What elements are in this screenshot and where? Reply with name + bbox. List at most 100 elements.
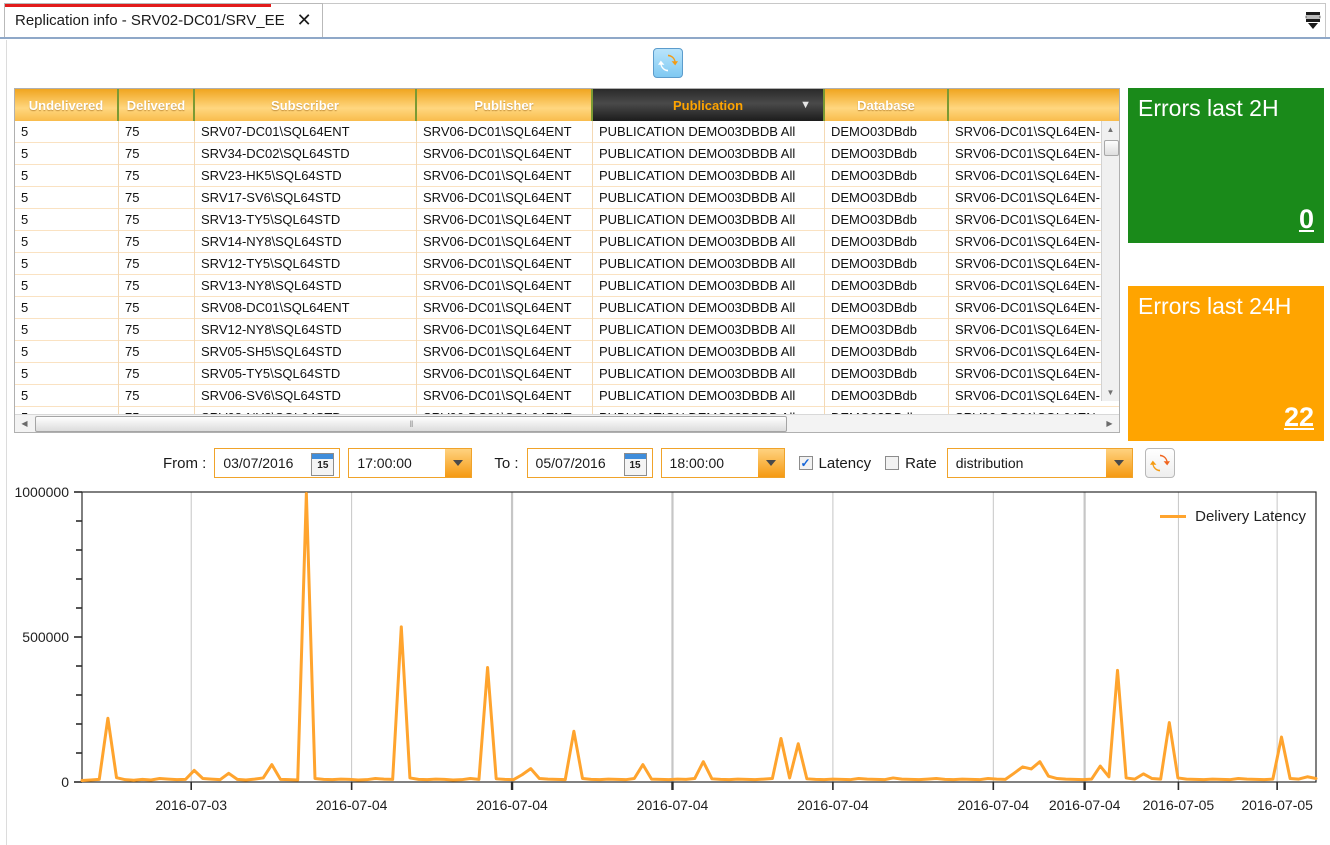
latency-checkbox[interactable]: ✓ Latency bbox=[798, 455, 871, 472]
scroll-down-icon[interactable]: ▼ bbox=[1102, 384, 1119, 401]
rate-checkbox[interactable]: Rate bbox=[885, 455, 937, 472]
replication-info-window: Replication info - SRV02-DC01/SRV_EE ✕ U… bbox=[0, 0, 1330, 845]
checkbox-box[interactable]: ✓ bbox=[798, 456, 813, 470]
table-row[interactable]: 5 75 SRV12-NY8\SQL64STD SRV06-DC01\SQL64ENT… bbox=[15, 319, 1119, 341]
table-cell-publisher: SRV06-DC01\SQL64ENT bbox=[417, 209, 593, 231]
vertical-scroll-thumb[interactable] bbox=[1104, 140, 1119, 156]
table-cell-subscriber: SRV06-SV6\SQL64STD bbox=[195, 385, 417, 407]
table-cell-publication: PUBLICATION DEMO03DBDB All bbox=[593, 231, 825, 253]
mode-combobox[interactable]: distribution bbox=[946, 448, 1133, 478]
column-header-undelivered[interactable]: Undelivered bbox=[15, 89, 119, 121]
tile-title: Errors last 24H bbox=[1138, 293, 1292, 319]
scroll-left-icon[interactable]: ◀ bbox=[16, 415, 33, 432]
table-row[interactable]: 5 75 SRV23-HK5\SQL64STD SRV06-DC01\SQL64ENT… bbox=[15, 165, 1119, 187]
column-header-publication[interactable]: Publication ▼ bbox=[593, 89, 825, 121]
table-row[interactable]: 5 75 SRV13-TY5\SQL64STD SRV06-DC01\SQL64ENT… bbox=[15, 209, 1119, 231]
table-row[interactable]: 5 75 SRV12-TY5\SQL64STD SRV06-DC01\SQL64ENT… bbox=[15, 253, 1119, 275]
table-cell-delivered: 75 bbox=[119, 165, 195, 187]
table-cell-publication: PUBLICATION DEMO03DBDB All bbox=[593, 143, 825, 165]
table-cell-database: DEMO03DBdb bbox=[825, 165, 949, 187]
table-cell-publisher: SRV06-DC01\SQL64ENT bbox=[417, 165, 593, 187]
column-header-label: Undelivered bbox=[28, 97, 104, 113]
table-cell-publication: PUBLICATION DEMO03DBDB All bbox=[593, 121, 825, 143]
x-axis-tick-label: 2016-07-04 bbox=[797, 797, 869, 813]
from-time-combobox[interactable]: 17:00:00 bbox=[348, 448, 473, 478]
chevron-down-icon[interactable] bbox=[757, 449, 784, 477]
table-cell-database: DEMO03DBdb bbox=[825, 275, 949, 297]
table-row[interactable]: 5 75 SRV14-NY8\SQL64STD SRV06-DC01\SQL64ENT… bbox=[15, 231, 1119, 253]
column-header-publisher[interactable]: Publisher bbox=[417, 89, 593, 121]
table-cell-agent: SRV06-DC01\SQL64EN- bbox=[955, 344, 1100, 359]
table-cell-database: DEMO03DBdb bbox=[825, 297, 949, 319]
grid-header-row: Undelivered Delivered Subscriber Publish… bbox=[15, 89, 1119, 121]
grid-body: 5 75 SRV07-DC01\SQL64ENT SRV06-DC01\SQL64EN… bbox=[15, 121, 1119, 418]
window-left-edge bbox=[0, 40, 7, 845]
refresh-icon[interactable] bbox=[653, 48, 683, 78]
errors-last-2h-tile[interactable]: Errors last 2H 0 bbox=[1128, 88, 1324, 243]
x-axis-tick-label: 2016-07-04 bbox=[476, 797, 548, 813]
scroll-thumb-grip: ‖ bbox=[409, 419, 414, 429]
table-cell-delivered: 75 bbox=[119, 253, 195, 275]
sort-descending-icon[interactable]: ▼ bbox=[800, 99, 811, 111]
table-cell-undelivered: 5 bbox=[15, 121, 119, 143]
table-cell-agent: SRV06-DC01\SQL64EN- bbox=[955, 278, 1100, 293]
tab-label: Replication info - SRV02-DC01/SRV_EE bbox=[15, 11, 285, 29]
grid-vertical-scrollbar[interactable]: ▲ ▼ bbox=[1101, 121, 1119, 401]
table-cell-subscriber: SRV34-DC02\SQL64STD bbox=[195, 143, 417, 165]
column-header-database[interactable]: Database bbox=[825, 89, 949, 121]
column-header-delivered[interactable]: Delivered bbox=[119, 89, 195, 121]
table-row[interactable]: 5 75 SRV13-NY8\SQL64STD SRV06-DC01\SQL64ENT… bbox=[15, 275, 1119, 297]
column-header-agent[interactable] bbox=[949, 89, 1119, 121]
tab-list-icon[interactable] bbox=[1302, 10, 1324, 30]
scroll-up-icon[interactable]: ▲ bbox=[1102, 121, 1119, 138]
tab-replication-info[interactable]: Replication info - SRV02-DC01/SRV_EE ✕ bbox=[4, 3, 323, 37]
table-cell-subscriber: SRV13-NY8\SQL64STD bbox=[195, 275, 417, 297]
calendar-icon[interactable]: 15 bbox=[311, 453, 335, 476]
x-axis-tick-label: 2016-07-03 bbox=[155, 797, 227, 813]
table-row[interactable]: 5 75 SRV07-DC01\SQL64ENT SRV06-DC01\SQL64EN… bbox=[15, 121, 1119, 143]
chevron-down-icon[interactable] bbox=[1105, 449, 1132, 477]
grid-horizontal-scrollbar[interactable]: ◀ ‖ ▶ bbox=[15, 414, 1119, 432]
to-date-value: 05/07/2016 bbox=[535, 455, 606, 471]
column-header-subscriber[interactable]: Subscriber bbox=[195, 89, 417, 121]
horizontal-scroll-thumb[interactable]: ‖ bbox=[35, 416, 787, 432]
table-cell-undelivered: 5 bbox=[15, 143, 119, 165]
to-time-combobox[interactable]: 18:00:00 bbox=[660, 448, 785, 478]
calendar-icon-day: 15 bbox=[629, 460, 641, 471]
checkbox-box[interactable] bbox=[885, 456, 900, 470]
table-cell-publisher: SRV06-DC01\SQL64ENT bbox=[417, 363, 593, 385]
x-axis-tick-label: 2016-07-04 bbox=[316, 797, 388, 813]
chevron-down-icon[interactable] bbox=[445, 449, 472, 477]
table-cell-delivered: 75 bbox=[119, 341, 195, 363]
errors-last-24h-tile[interactable]: Errors last 24H 22 bbox=[1128, 286, 1324, 441]
chart-canvas: 0 500000 1000000 2016-07-03 2016-07-04 2016-0… bbox=[14, 484, 1318, 813]
table-cell-subscriber: SRV07-DC01\SQL64ENT bbox=[195, 121, 417, 143]
table-cell-delivered: 75 bbox=[119, 209, 195, 231]
tile-value[interactable]: 0 bbox=[1138, 204, 1314, 235]
x-axis-tick-label: 2016-07-04 bbox=[957, 797, 1029, 813]
table-row[interactable]: 5 75 SRV05-TY5\SQL64STD SRV06-DC01\SQL64ENT… bbox=[15, 363, 1119, 385]
table-cell-agent: SRV06-DC01\SQL64EN- bbox=[955, 190, 1100, 205]
scroll-right-icon[interactable]: ▶ bbox=[1101, 415, 1118, 432]
table-cell-database: DEMO03DBdb bbox=[825, 253, 949, 275]
mode-value: distribution bbox=[955, 455, 1024, 471]
table-cell-publisher: SRV06-DC01\SQL64ENT bbox=[417, 385, 593, 407]
table-row[interactable]: 5 75 SRV06-SV6\SQL64STD SRV06-DC01\SQL64ENT… bbox=[15, 385, 1119, 407]
table-cell-delivered: 75 bbox=[119, 297, 195, 319]
calendar-icon-day: 15 bbox=[317, 460, 329, 471]
legend-label-delivery-latency: Delivery Latency bbox=[1195, 508, 1306, 525]
to-date-input[interactable]: 05/07/2016 15 bbox=[526, 448, 653, 478]
close-icon[interactable]: ✕ bbox=[297, 11, 312, 30]
column-header-label: Publisher bbox=[474, 97, 534, 113]
from-date-input[interactable]: 03/07/2016 15 bbox=[214, 448, 341, 478]
table-cell-undelivered: 5 bbox=[15, 209, 119, 231]
table-row[interactable]: 5 75 SRV34-DC02\SQL64STD SRV06-DC01\SQL64EN… bbox=[15, 143, 1119, 165]
y-axis-tick-label: 0 bbox=[61, 774, 69, 790]
tab-active-accent bbox=[5, 4, 271, 7]
calendar-icon[interactable]: 15 bbox=[623, 453, 647, 476]
table-row[interactable]: 5 75 SRV08-DC01\SQL64ENT SRV06-DC01\SQL64EN… bbox=[15, 297, 1119, 319]
tile-value[interactable]: 22 bbox=[1138, 402, 1314, 433]
refresh-chart-button[interactable] bbox=[1144, 448, 1175, 478]
table-row[interactable]: 5 75 SRV05-SH5\SQL64STD SRV06-DC01\SQL64ENT… bbox=[15, 341, 1119, 363]
table-row[interactable]: 5 75 SRV17-SV6\SQL64STD SRV06-DC01\SQL64ENT… bbox=[15, 187, 1119, 209]
